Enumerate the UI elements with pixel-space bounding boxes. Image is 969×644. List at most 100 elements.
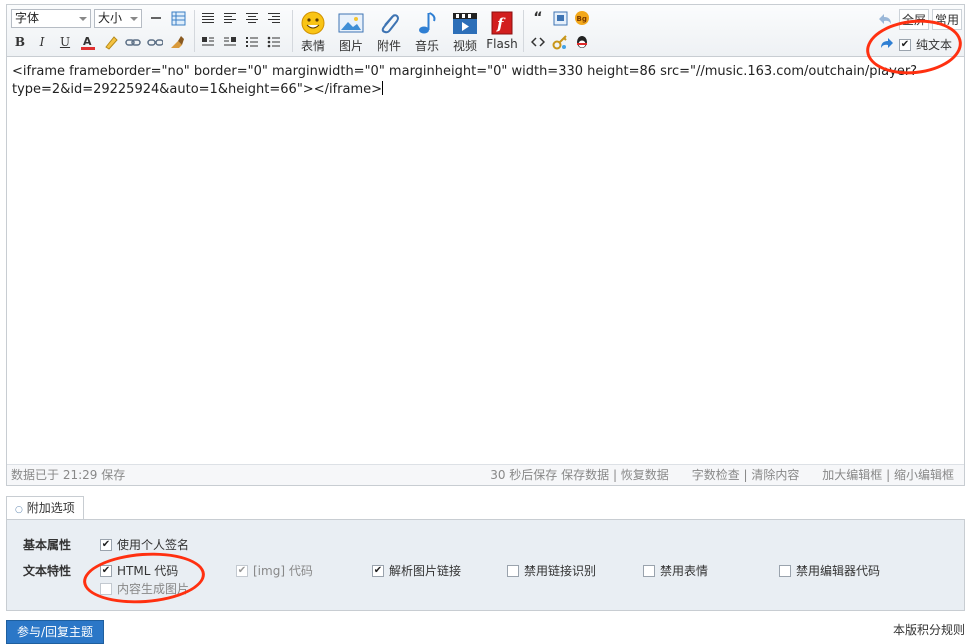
smiley-icon — [300, 11, 326, 35]
free-block-icon[interactable] — [551, 9, 569, 27]
chevron-down-icon — [79, 17, 87, 21]
editor-toolbar: 字体 大小 B I U A 表情 图片 附件 音乐 视频 f Flash “ B… — [7, 5, 964, 57]
text-attributes-label: 文本特性 — [23, 564, 72, 578]
redo-arrow-icon[interactable] — [878, 34, 896, 52]
video-button[interactable]: 视频 — [448, 11, 482, 55]
quote-icon[interactable]: “ — [529, 9, 547, 27]
board-rules-link[interactable]: 本版积分规则 — [893, 621, 965, 638]
img-code-checkbox[interactable]: ✔ — [236, 564, 248, 577]
html-code-label: HTML 代码 — [117, 564, 179, 578]
submit-reply-button[interactable]: 参与/回复主题 — [6, 620, 104, 644]
parse-image-link-label: 解析图片链接 — [389, 564, 462, 578]
shrink-editor-link[interactable]: 缩小编辑框 — [894, 468, 954, 482]
disable-link-detect-checkbox[interactable] — [507, 564, 519, 577]
qq-icon[interactable] — [573, 33, 591, 51]
background-color-icon[interactable] — [102, 33, 120, 51]
align-right-icon[interactable] — [265, 9, 283, 27]
table-icon[interactable] — [169, 9, 187, 27]
content-image-label: 内容生成图片 — [117, 582, 190, 596]
toolbar-separator — [523, 10, 524, 52]
insert-link-icon[interactable] — [124, 33, 142, 51]
additional-options-panel: 基本属性 文本特性 ✔ 使用个人签名 ✔ HTML 代码 内容生成图片 ✔ [i… — [6, 519, 965, 611]
use-signature-checkbox[interactable]: ✔ — [100, 538, 112, 551]
disable-link-detect-option[interactable]: 禁用链接识别 — [507, 562, 596, 579]
disable-smilies-option[interactable]: 禁用表情 — [643, 562, 708, 579]
tab-additional-options-label: 附加选项 — [26, 501, 75, 515]
disable-editor-code-checkbox[interactable] — [779, 564, 791, 577]
align-justify-icon[interactable] — [199, 9, 217, 27]
code-icon[interactable] — [529, 33, 547, 51]
save-data-link[interactable]: 保存数据 — [561, 468, 609, 482]
align-center-icon[interactable] — [243, 9, 261, 27]
autosave-countdown: 30 秒后保存 — [490, 468, 558, 482]
text-caret — [382, 81, 384, 95]
disable-editor-code-label: 禁用编辑器代码 — [796, 564, 881, 578]
restore-data-link[interactable]: 恢复数据 — [621, 468, 669, 482]
parse-image-link-option[interactable]: ✔ 解析图片链接 — [372, 562, 461, 579]
svg-text:Bg: Bg — [577, 15, 587, 23]
rich-text-editor: 字体 大小 B I U A 表情 图片 附件 音乐 视频 f Flash “ B… — [6, 4, 965, 486]
font-family-select-value: 字体 — [15, 11, 40, 25]
unlink-icon[interactable] — [146, 33, 164, 51]
plain-text-toggle[interactable]: ✔ 纯文本 — [899, 36, 952, 53]
disable-smilies-checkbox[interactable] — [643, 564, 655, 577]
image-button[interactable]: 图片 — [334, 11, 368, 55]
align-left-icon[interactable] — [221, 9, 239, 27]
float-right-icon[interactable] — [221, 33, 239, 51]
parse-image-link-checkbox[interactable]: ✔ — [372, 564, 384, 577]
flash-button[interactable]: f Flash — [485, 11, 519, 55]
chevron-down-icon — [130, 17, 138, 21]
editor-textarea[interactable]: <iframe frameborder="no" border="0" marg… — [7, 58, 964, 463]
unordered-list-icon[interactable] — [265, 33, 283, 51]
ordered-list-icon[interactable] — [243, 33, 261, 51]
music-button-label: 音乐 — [414, 39, 439, 53]
video-clapper-icon — [452, 11, 478, 35]
clear-content-link[interactable]: 清除内容 — [751, 468, 799, 482]
music-button[interactable]: 音乐 — [410, 11, 444, 55]
italic-icon[interactable]: I — [33, 33, 51, 51]
undo-arrow-icon[interactable] — [876, 10, 894, 28]
html-code-option[interactable]: ✔ HTML 代码 — [100, 562, 178, 579]
image-icon — [338, 11, 364, 35]
toolbar-separator — [194, 10, 195, 52]
autosave-status: 数据已于 21:29 保存 — [11, 468, 126, 482]
common-mode-button[interactable]: 常用 — [932, 9, 963, 30]
word-check-link[interactable]: 字数检查 — [692, 468, 740, 482]
svg-text:A: A — [83, 35, 92, 48]
enlarge-editor-link[interactable]: 加大编辑框 — [822, 468, 882, 482]
content-image-checkbox[interactable] — [100, 582, 112, 595]
content-image-option[interactable]: 内容生成图片 — [100, 580, 189, 597]
use-signature-option[interactable]: ✔ 使用个人签名 — [100, 536, 189, 553]
smilies-button-label: 表情 — [300, 39, 325, 53]
font-size-select[interactable]: 大小 — [94, 9, 142, 28]
smilies-button[interactable]: 表情 — [296, 11, 330, 55]
editor-content-line2: type=2&id=29225924&auto=1&height=66"></i… — [12, 82, 383, 97]
statusbar-actions: 30 秒后保存 保存数据 | 恢复数据 字数检查 | 清除内容 加大编辑框 | … — [490, 468, 954, 482]
image-button-label: 图片 — [338, 39, 363, 53]
underline-icon[interactable]: U — [56, 33, 74, 51]
fullscreen-button[interactable]: 全屏 — [899, 9, 930, 30]
float-left-icon[interactable] — [199, 33, 217, 51]
flash-icon: f — [489, 11, 515, 35]
attachment-button[interactable]: 附件 — [372, 11, 406, 55]
background-image-icon[interactable]: Bg — [573, 9, 591, 27]
tab-additional-options[interactable]: ○ 附加选项 — [6, 496, 84, 520]
disable-link-detect-label: 禁用链接识别 — [524, 564, 597, 578]
flash-button-label: Flash — [486, 37, 518, 51]
use-signature-label: 使用个人签名 — [117, 538, 190, 552]
plain-text-checkbox[interactable]: ✔ — [899, 38, 911, 51]
attachment-button-label: 附件 — [376, 39, 401, 53]
img-code-option[interactable]: ✔ [img] 代码 — [236, 562, 313, 579]
bold-icon[interactable]: B — [11, 33, 29, 51]
password-key-icon[interactable] — [551, 33, 569, 51]
font-color-icon[interactable]: A — [79, 33, 97, 51]
font-family-select[interactable]: 字体 — [11, 9, 91, 28]
video-button-label: 视频 — [452, 39, 477, 53]
music-note-icon — [414, 11, 440, 35]
html-code-checkbox[interactable]: ✔ — [100, 564, 112, 577]
bullet-icon: ○ — [15, 505, 23, 515]
clear-format-icon[interactable] — [168, 33, 186, 51]
toolbar-separator — [292, 10, 293, 52]
disable-editor-code-option[interactable]: 禁用编辑器代码 — [779, 562, 880, 579]
horizontal-rule-icon[interactable] — [147, 9, 165, 27]
